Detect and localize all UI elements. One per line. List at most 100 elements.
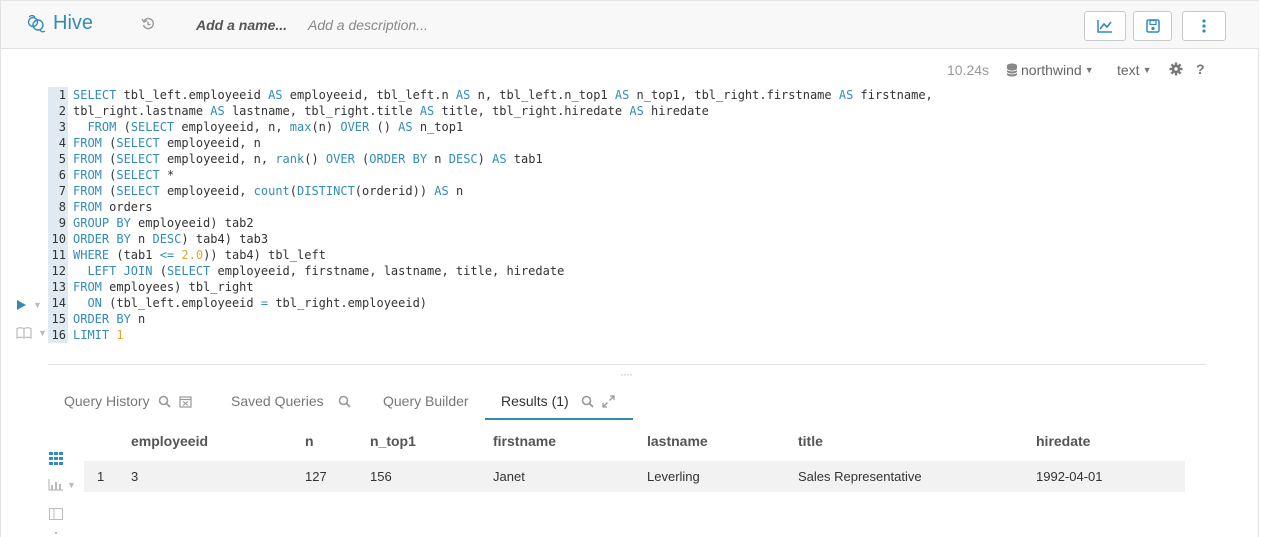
code-token-kw: AS bbox=[492, 152, 507, 166]
table-cell: Sales Representative bbox=[798, 469, 922, 484]
search-icon[interactable] bbox=[581, 395, 594, 408]
snippet-button[interactable]: ▼ bbox=[16, 327, 47, 339]
line-number: 10 bbox=[51, 232, 66, 246]
column-header-employeeid[interactable]: employeeid bbox=[131, 433, 208, 449]
table-cell: Leverling bbox=[647, 469, 700, 484]
execution-time: 10.24s bbox=[947, 62, 990, 78]
run-query-button[interactable]: ▼ bbox=[16, 299, 42, 311]
query-description-input[interactable]: Add a description... bbox=[308, 17, 428, 33]
database-selector[interactable]: northwind ▼ bbox=[1006, 62, 1094, 78]
column-header-n-top1[interactable]: n_top1 bbox=[370, 433, 416, 449]
code-text: employeeid, n, bbox=[159, 152, 276, 166]
line-number: 8 bbox=[58, 200, 66, 214]
tab-results[interactable]: Results (1) bbox=[501, 393, 615, 409]
chevron-down-icon: ▼ bbox=[1142, 65, 1152, 75]
code-token-kw: LEFT JOIN bbox=[87, 264, 153, 278]
tab-label: Results (1) bbox=[501, 393, 569, 409]
line-number: 6 bbox=[58, 168, 66, 182]
code-line[interactable]: ORDER BY n DESC) tab4) tab3 bbox=[73, 231, 933, 247]
table-row[interactable] bbox=[84, 461, 1185, 492]
chart-view-button[interactable]: ▼ bbox=[48, 479, 76, 491]
code-token-op: = bbox=[260, 296, 269, 310]
code-line[interactable]: FROM (SELECT * bbox=[73, 167, 933, 183]
code-text: employeeid, n bbox=[159, 136, 261, 150]
vertical-dots-icon bbox=[1202, 19, 1206, 33]
save-button[interactable] bbox=[1133, 11, 1172, 41]
code-line[interactable]: LEFT JOIN (SELECT employeeid, firstname,… bbox=[73, 263, 933, 279]
code-token-kw: ORDER BY bbox=[73, 312, 131, 326]
bee-icon bbox=[27, 14, 46, 32]
code-token-kw: AS bbox=[455, 88, 471, 102]
undo-history-icon[interactable] bbox=[141, 17, 155, 34]
code-token-kw: FROM bbox=[73, 136, 102, 150]
code-token-kw: DISTINCT bbox=[297, 184, 355, 198]
column-header-n[interactable]: n bbox=[305, 433, 314, 449]
code-text: (tab1 bbox=[109, 248, 160, 262]
resize-handle[interactable]: ···· bbox=[620, 367, 633, 381]
code-token-kw: AS bbox=[419, 104, 435, 118]
clear-calendar-icon[interactable] bbox=[178, 395, 192, 408]
line-number: 3 bbox=[58, 120, 66, 134]
app-logo[interactable]: Hive bbox=[25, 12, 93, 35]
code-line[interactable]: ON (tbl_left.employeeid = tbl_right.empl… bbox=[73, 295, 933, 311]
search-icon[interactable] bbox=[338, 395, 351, 408]
code-line[interactable]: WHERE (tab1 <= 2.0)) tab4) tbl_left bbox=[73, 247, 933, 263]
code-line[interactable]: FROM (SELECT employeeid, n, max(n) OVER … bbox=[73, 119, 933, 135]
code-line[interactable]: GROUP BY employeeid) tab2 bbox=[73, 215, 933, 231]
code-text: ( bbox=[289, 184, 297, 198]
code-token-kw: WHERE bbox=[73, 248, 110, 262]
format-selector[interactable]: text ▼ bbox=[1117, 62, 1152, 78]
code-line[interactable]: LIMIT 1 bbox=[73, 327, 933, 343]
chevron-down-icon: ▼ bbox=[33, 300, 42, 310]
expand-icon[interactable] bbox=[602, 394, 615, 408]
line-number: 16 bbox=[51, 328, 66, 342]
scroll-indicator bbox=[55, 532, 57, 534]
line-number: 9 bbox=[58, 216, 66, 230]
tab-query-builder[interactable]: Query Builder bbox=[383, 393, 469, 409]
chart-button[interactable] bbox=[1084, 11, 1126, 41]
more-options-button[interactable] bbox=[1182, 11, 1226, 41]
line-number: 7 bbox=[58, 184, 66, 198]
settings-gear-icon[interactable] bbox=[1169, 62, 1183, 81]
code-token-kw: GROUP BY bbox=[73, 216, 131, 230]
code-line[interactable]: FROM (SELECT employeeid, n bbox=[73, 135, 933, 151]
chevron-down-icon: ▼ bbox=[1084, 65, 1094, 75]
code-line[interactable]: SELECT tbl_left.employeeid AS employeeid… bbox=[73, 87, 933, 103]
line-number: 13 bbox=[51, 280, 66, 294]
column-header-title[interactable]: title bbox=[798, 433, 823, 449]
code-token-op: <= bbox=[159, 248, 175, 262]
code-text: employeeid, n, bbox=[174, 120, 290, 134]
active-tab-indicator bbox=[485, 418, 633, 420]
code-token-kw: ORDER BY bbox=[73, 232, 131, 246]
code-text: ( bbox=[101, 168, 117, 182]
code-token-kw: SELECT bbox=[130, 120, 175, 134]
code-line[interactable]: FROM (SELECT employeeid, n, rank() OVER … bbox=[73, 151, 933, 167]
sql-editor[interactable]: SELECT tbl_left.employeeid AS employeeid… bbox=[73, 87, 933, 343]
code-token-kw: FROM bbox=[73, 280, 102, 294]
code-token-kw: FROM bbox=[73, 168, 102, 182]
columns-icon[interactable] bbox=[49, 507, 63, 525]
code-line[interactable]: FROM orders bbox=[73, 199, 933, 215]
code-line[interactable]: FROM (SELECT employeeid, count(DISTINCT(… bbox=[73, 183, 933, 199]
code-text: n_top1 bbox=[412, 120, 464, 134]
query-name-input[interactable]: Add a name... bbox=[196, 17, 287, 33]
code-line[interactable]: tbl_right.lastname AS lastname, tbl_righ… bbox=[73, 103, 933, 119]
column-header-lastname[interactable]: lastname bbox=[647, 433, 708, 449]
play-icon bbox=[17, 300, 26, 310]
search-icon[interactable] bbox=[158, 395, 171, 408]
help-icon[interactable]: ? bbox=[1196, 61, 1205, 77]
tab-query-history[interactable]: Query History bbox=[64, 393, 192, 409]
code-token-kw: SELECT bbox=[116, 184, 160, 198]
column-header-firstname[interactable]: firstname bbox=[493, 433, 556, 449]
column-header-hiredate[interactable]: hiredate bbox=[1036, 433, 1090, 449]
line-number-gutter: 1 2 3 4 5 6 7 8 9 10 11 12 13 14 15 16 bbox=[48, 87, 68, 343]
code-text: title, tbl_right.hiredate bbox=[434, 104, 630, 118]
code-line[interactable]: ORDER BY n bbox=[73, 311, 933, 327]
tab-saved-queries[interactable]: Saved Queries bbox=[231, 393, 351, 409]
code-token-kw: AS bbox=[614, 88, 630, 102]
code-line[interactable]: FROM employees) tbl_right bbox=[73, 279, 933, 295]
grid-view-icon[interactable] bbox=[49, 452, 63, 470]
